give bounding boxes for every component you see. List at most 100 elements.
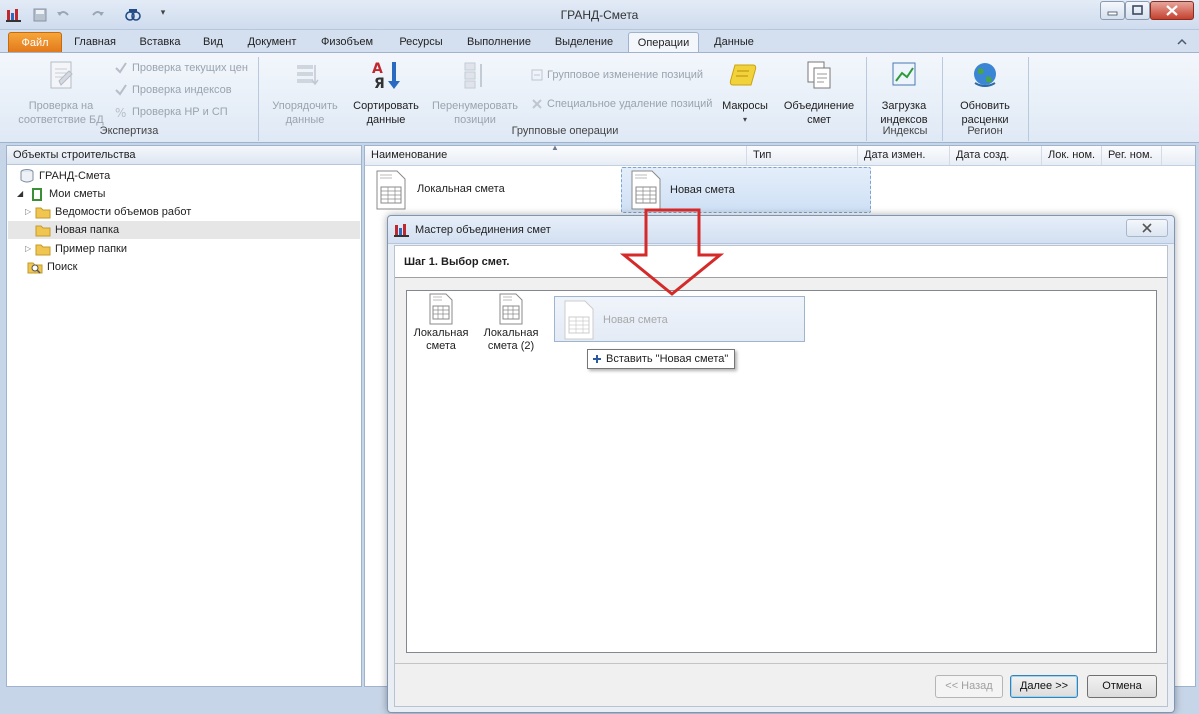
tree-collapsed-icon[interactable]: ▷ [25,240,31,258]
order-data-button[interactable]: Упорядочить данные [266,59,344,127]
folder-icon [35,207,51,219]
document-check-icon [50,61,73,89]
wizard-item-local-2[interactable]: Локальная смета (2) [478,293,544,357]
ribbon-tabs: Файл Главная Вставка Вид Документ Физобъ… [0,30,1199,55]
drag-ghost-new-estimate: Новая смета [554,296,805,342]
insert-tooltip: Вставить "Новая смета" [587,349,736,369]
estimate-item-new[interactable]: Новая смета [621,167,871,213]
column-reg-number[interactable]: Рег. ном. [1102,146,1162,165]
objects-panel: Объекты строительства ГРАНД-Смета ◢ Мои … [6,145,362,687]
ribbon-collapse-icon[interactable] [1176,36,1188,48]
group-label-expertise: Экспертиза [99,125,159,137]
close-button[interactable] [1150,1,1194,20]
group-label-group-ops: Групповые операции [511,125,619,137]
svg-text:А: А [372,61,383,77]
group-change-button[interactable]: Групповое изменение позиций [530,66,703,84]
wizard-item-local[interactable]: Локальная смета [410,293,472,357]
estimates-selection-list[interactable]: Локальная смета Локальная смета (2) Нова… [406,290,1157,653]
maximize-button[interactable] [1125,1,1150,20]
renumber-icon [464,62,482,89]
sort-ascending-icon: ▲ [551,143,559,152]
column-local-number[interactable]: Лок. ном. [1042,146,1102,165]
tree-item-sample-folder[interactable]: ▷ Пример папки [25,240,355,258]
tab-insert[interactable]: Вставка [133,32,187,53]
sort-data-button[interactable]: АЯ Сортировать данные [348,59,424,127]
tab-data[interactable]: Данные [705,32,763,53]
tab-document[interactable]: Документ [240,32,304,53]
tree-item-new-folder[interactable]: Новая папка [8,221,360,239]
down-arrow-annotation [620,208,724,296]
step-header: Шаг 1. Выбор смет. [395,246,1167,278]
svg-text:Я: Я [374,76,385,91]
tab-file[interactable]: Файл [8,32,62,53]
merge-documents-icon [807,61,831,89]
spreadsheet-doc-icon [376,170,406,210]
column-type[interactable]: Тип [747,146,858,165]
macros-button[interactable]: Макросы ▾ [716,59,774,127]
step-title: Шаг 1. Выбор смет. [404,256,510,268]
globe-icon [974,63,996,87]
update-prices-button[interactable]: Обновить расценки [948,59,1022,127]
dialog-title: Мастер объединения смет [415,224,551,236]
ribbon-separator [258,57,259,141]
load-indexes-button[interactable]: Загрузка индексов [872,59,936,127]
spreadsheet-doc-icon [631,170,661,210]
column-date-created[interactable]: Дата созд. [950,146,1042,165]
tree-expanded-icon[interactable]: ◢ [17,185,23,203]
title-bar: ▾ ГРАНД-Смета [0,0,1199,30]
svg-text:%: % [115,106,126,119]
folder-icon [35,225,51,237]
back-button[interactable]: << Назад [935,675,1003,698]
check-indexes-icon [115,84,127,96]
column-header: Наименование ▲ Тип Дата измен. Дата созд… [365,143,1195,166]
tab-view[interactable]: Вид [196,32,230,53]
percent-icon: % [115,106,126,119]
ribbon-separator [942,57,943,141]
tree-item-grand[interactable]: ГРАНД-Смета [19,167,359,185]
group-label-region: Регион [967,125,1003,137]
renumber-button[interactable]: Перенумеровать позиции [430,59,520,127]
tab-execution[interactable]: Выполнение [460,32,538,53]
close-icon [1142,223,1152,233]
dialog-close-button[interactable] [1126,219,1168,237]
scroll-icon [729,64,757,86]
tab-physvolume[interactable]: Физобъем [314,32,380,53]
plus-icon [593,355,601,363]
check-prices-button[interactable]: Проверка текущих цен [114,59,248,77]
check-indexes-button[interactable]: Проверка индексов [114,81,232,99]
cancel-button[interactable]: Отмена [1087,675,1157,698]
estimates-folder-icon [32,188,42,201]
folder-icon [35,244,51,256]
tree-item-volume-sheets[interactable]: ▷ Ведомости объемов работ [25,203,355,221]
merge-estimates-button[interactable]: Объединение смет [780,59,858,127]
check-nr-button[interactable]: % Проверка НР и СП [114,103,228,121]
tab-home[interactable]: Главная [66,32,124,53]
merge-wizard-dialog: Мастер объединения смет Шаг 1. Выбор сме… [387,215,1175,713]
spreadsheet-doc-icon [564,300,594,340]
app-logo-icon [394,224,409,237]
column-date-modified[interactable]: Дата измен. [858,146,950,165]
tree-collapsed-icon[interactable]: ▷ [25,203,31,221]
ribbon-separator [1028,57,1029,141]
dialog-body: Шаг 1. Выбор смет. Локальная смета Локал… [394,245,1168,707]
spreadsheet-doc-icon [499,293,523,325]
tree-item-search[interactable]: Поиск [27,258,357,276]
order-icon [297,65,319,86]
tree-item-my-estimates[interactable]: ◢ Мои сметы [17,185,357,203]
database-icon [20,169,34,183]
minimize-button[interactable] [1100,1,1125,20]
dialog-title-bar: Мастер объединения смет [388,216,1174,244]
spreadsheet-doc-icon [429,293,453,325]
ribbon-separator [866,57,867,141]
check-db-button[interactable]: Проверка на соответствие БД [14,59,108,127]
special-delete-button[interactable]: Специальное удаление позиций [530,95,712,113]
sort-az-icon: АЯ [372,61,400,91]
chart-load-icon [892,62,916,86]
search-folder-icon [27,262,43,274]
group-label-indexes: Индексы [882,125,928,137]
estimate-item-local[interactable]: Локальная смета [373,168,613,212]
tab-selection[interactable]: Выделение [548,32,620,53]
tab-resources[interactable]: Ресурсы [390,32,452,53]
dialog-divider [395,663,1167,664]
next-button[interactable]: Далее >> [1010,675,1078,698]
